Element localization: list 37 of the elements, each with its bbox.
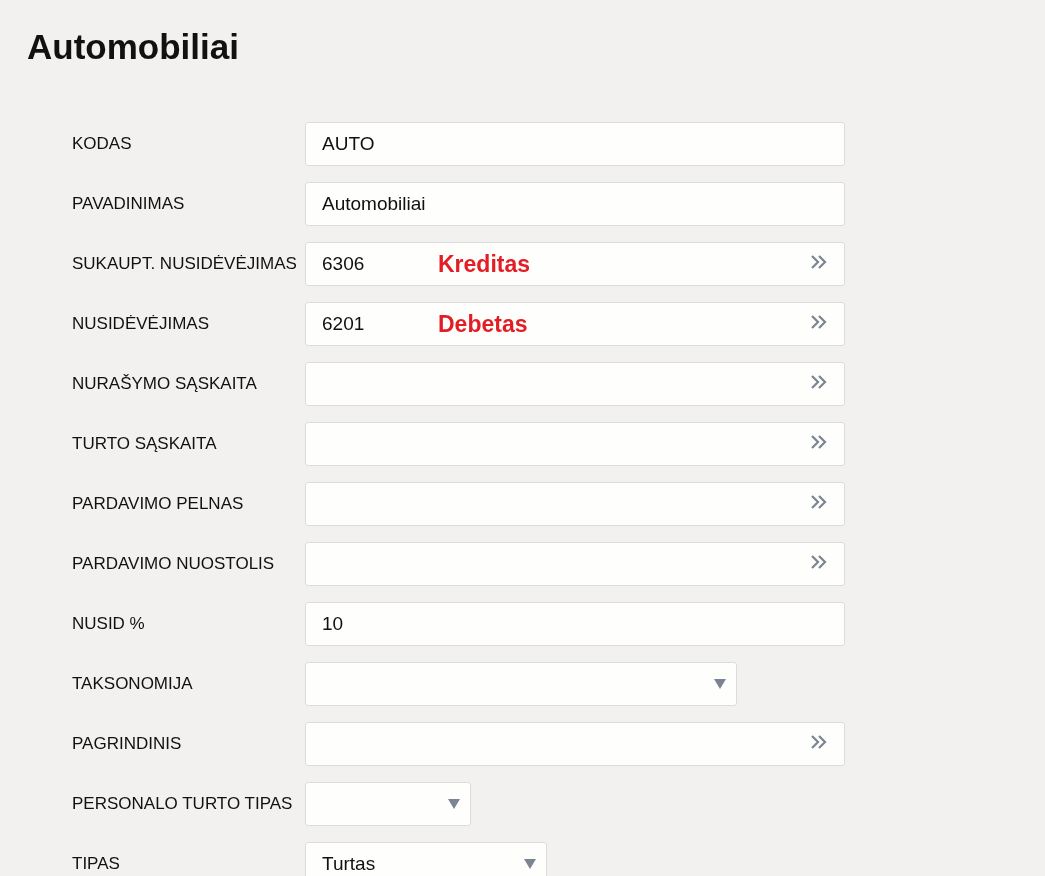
lookup-field[interactable]: 6201 Debetas [305,302,845,346]
annotation: Kreditas [438,249,531,279]
field-label: NURAŠYMO SĄSKAITA [71,373,258,396]
dropdown-arrow-icon [714,679,726,689]
double-chevron-icon[interactable] [810,734,828,750]
double-chevron-icon[interactable] [810,314,828,330]
lookup-field[interactable] [305,422,845,466]
double-chevron-icon[interactable] [810,434,828,450]
field-label: PAVADINIMAS [71,193,186,216]
double-chevron-icon[interactable] [810,374,828,390]
input-field[interactable]: AUTO [305,122,845,166]
field-label: PARDAVIMO PELNAS [71,493,245,516]
field-label: KODAS [71,133,133,156]
page-title: Automobiliai [27,26,240,68]
field-label: TURTO SĄSKAITA [71,433,218,456]
lookup-field[interactable]: 6306 Kreditas [305,242,845,286]
double-chevron-icon[interactable] [810,494,828,510]
field-label: TIPAS [71,853,121,876]
double-chevron-icon[interactable] [810,554,828,570]
field-label: SUKAUPT. NUSIDĖVĖJIMAS [71,253,298,276]
dropdown-arrow-icon [524,859,536,869]
dropdown[interactable]: Turtas [305,842,547,876]
double-chevron-icon[interactable] [810,254,828,270]
field-label: PAGRINDINIS [71,733,183,756]
dropdown-arrow-icon [448,799,460,809]
field-label: PARDAVIMO NUOSTOLIS [71,553,276,576]
lookup-field[interactable] [305,542,845,586]
field-label: TAKSONOMIJA [71,673,194,696]
lookup-field[interactable] [305,362,845,406]
field-label: NUSIDĖVĖJIMAS [71,313,210,336]
field-label: PERSONALO TURTO TIPAS [71,793,294,816]
input-field[interactable]: Automobiliai [305,182,845,226]
field-label: NUSID % [71,613,146,636]
lookup-field[interactable] [305,482,845,526]
input-field[interactable]: 10 [305,602,845,646]
annotation: Debetas [438,309,528,339]
lookup-field[interactable] [305,722,845,766]
